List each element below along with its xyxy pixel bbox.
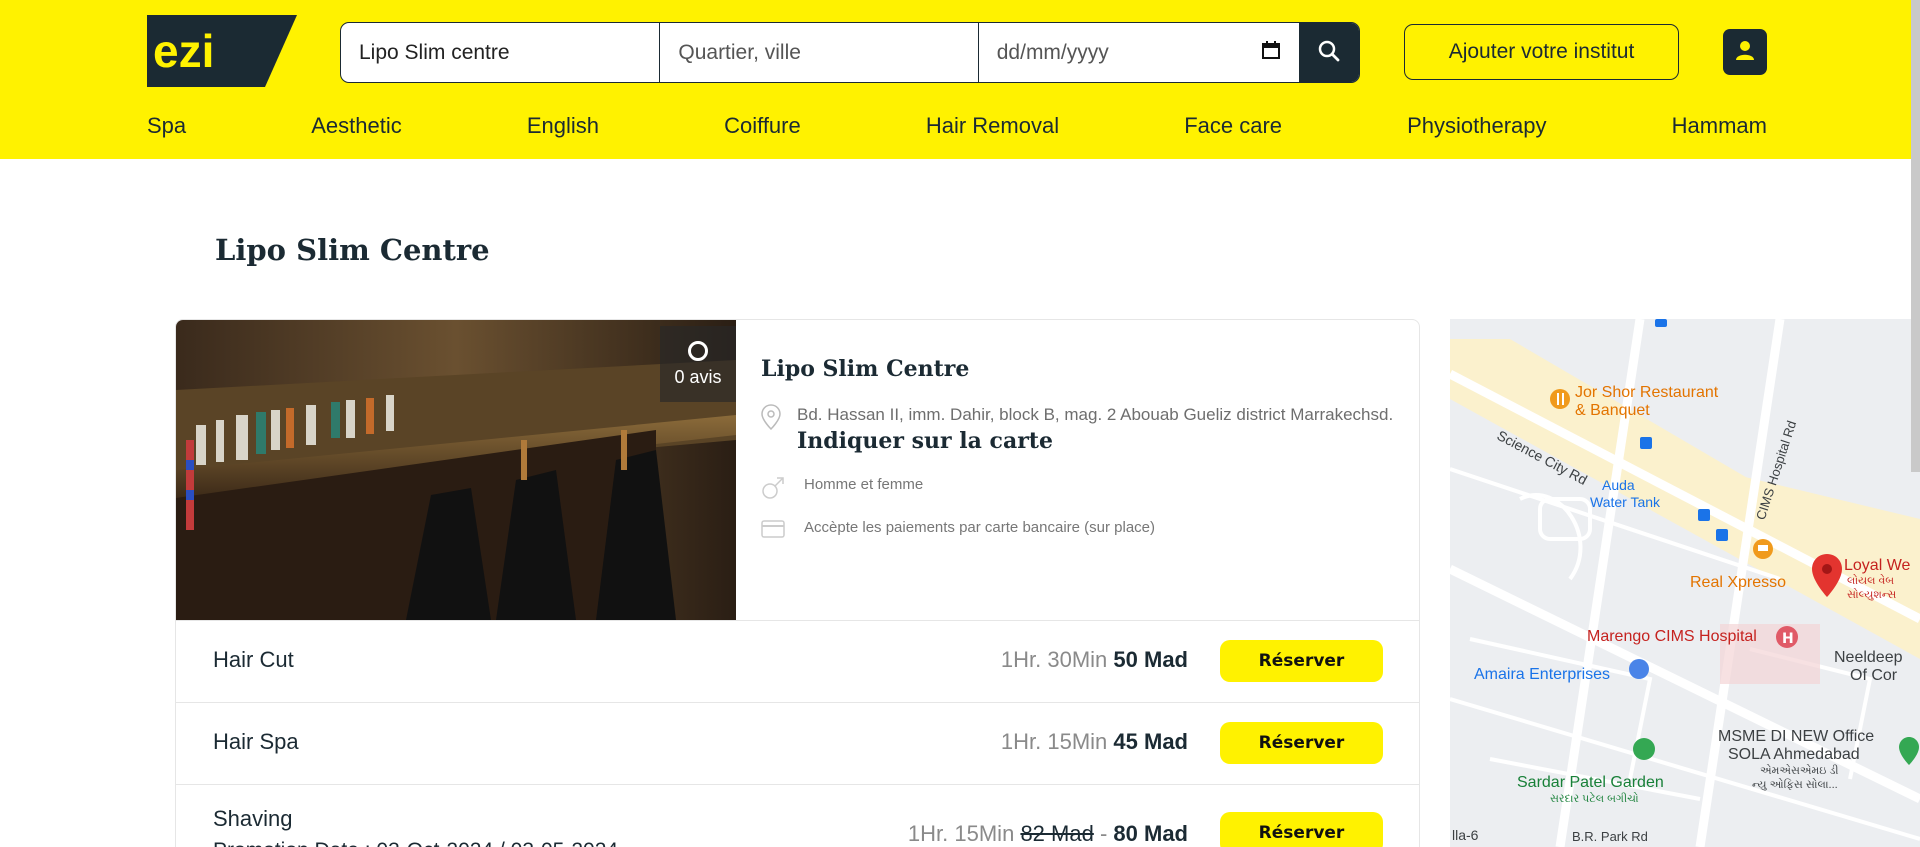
location-input[interactable]: Quartier, ville — [660, 23, 979, 82]
listing-card: 0 avis Lipo Slim Centre Bd. Hassan II, i… — [175, 319, 1420, 847]
svg-text:ezi: ezi — [153, 25, 214, 77]
map-label-msme2: SOLA Ahmedabad — [1728, 746, 1860, 763]
service-duration: 1Hr. 15Min — [907, 821, 1015, 846]
rating-circle-icon — [688, 340, 708, 361]
svg-text:H: H — [1782, 631, 1794, 647]
service-search-input[interactable]: Lipo Slim centre — [341, 23, 661, 82]
map-label-needleep2: Of Cor — [1850, 667, 1898, 684]
map-label-msme4: ન્યુ ઓફિસ સોલા... — [1752, 779, 1838, 791]
service-promotion: Promotion Date : 03-Oct-2024 / 03-05-202… — [213, 839, 618, 847]
gender-row: Homme et femme — [761, 476, 1401, 499]
service-price: 1Hr. 30Min 50 Mad — [1001, 647, 1188, 673]
map-label-hospital: Marengo CIMS Hospital — [1587, 628, 1757, 645]
map-label-edge2: B.R. Park Rd — [1572, 829, 1648, 844]
salon-photo[interactable]: 0 avis — [176, 320, 736, 620]
nav-item-spa[interactable]: Spa — [147, 113, 186, 143]
service-search-value: Lipo Slim centre — [359, 40, 510, 64]
date-placeholder: dd/mm/yyyy — [996, 40, 1109, 64]
location-pin-icon — [761, 404, 781, 434]
service-row: Hair Spa 1Hr. 15Min 45 Mad Réserver — [176, 702, 1419, 784]
price-separator: - — [1099, 821, 1108, 846]
page-title: Lipo Slim Centre — [215, 233, 490, 267]
service-row: Hair Cut 1Hr. 30Min 50 Mad Réserver — [176, 620, 1419, 702]
service-price: 1Hr. 15Min 45 Mad — [1001, 729, 1188, 755]
nav-item-physiotherapy[interactable]: Physiotherapy — [1407, 113, 1546, 143]
map-label-restaurant2: & Banquet — [1575, 402, 1650, 419]
payment-text: Accèpte les paiements par carte bancaire… — [804, 519, 1156, 536]
gender-icon — [761, 476, 785, 504]
service-duration: 1Hr. 15Min — [1000, 729, 1108, 754]
rating-badge[interactable]: 0 avis — [660, 326, 736, 402]
map-label-garden2: સરદાર પટેલ બગીચો — [1550, 793, 1639, 805]
map-label-msme: MSME DI NEW Office — [1718, 728, 1875, 745]
reserve-button[interactable]: Réserver — [1220, 640, 1383, 682]
map-label-garden: Sardar Patel Garden — [1517, 774, 1664, 791]
service-name: Hair Cut — [213, 647, 294, 672]
map-label-needleep: Neeldeep — [1834, 649, 1903, 666]
service-price-value: 50 Mad — [1113, 647, 1188, 672]
nav-item-english[interactable]: English — [527, 113, 599, 143]
service-price-value: 80 Mad — [1113, 821, 1188, 846]
map-label-cafe: Real Xpresso — [1690, 574, 1787, 591]
nav-item-aesthetic[interactable]: Aesthetic — [311, 113, 402, 143]
search-button[interactable] — [1299, 23, 1359, 82]
map-label-loyal: Loyal We — [1844, 557, 1911, 574]
map-label-enterprises: Amaira Enterprises — [1474, 666, 1611, 683]
map-label-tank: Auda — [1602, 477, 1635, 493]
header: ezi Lipo Slim centre Quartier, ville dd/… — [0, 0, 1920, 159]
gender-text: Homme et femme — [804, 476, 924, 493]
location-map[interactable]: H Jor Shor Restaurant & Banquet Science … — [1450, 319, 1920, 847]
nav-item-hair-removal[interactable]: Hair Removal — [926, 113, 1059, 143]
page-scrollbar[interactable] — [1911, 0, 1920, 472]
payment-row: Accèpte les paiements par carte bancaire… — [761, 519, 1401, 538]
reserve-button[interactable]: Réserver — [1220, 812, 1383, 847]
nav-item-hammam[interactable]: Hammam — [1672, 113, 1767, 143]
map-label-restaurant: Jor Shor Restaurant — [1575, 384, 1719, 401]
credit-card-icon — [761, 519, 785, 543]
listing-address: Bd. Hassan II, imm. Dahir, block B, mag.… — [797, 405, 1394, 424]
service-price: 1Hr. 15Min 82 Mad - 80 Mad — [908, 821, 1188, 847]
service-name: Shaving — [213, 806, 293, 831]
nav-item-coiffure[interactable]: Coiffure — [724, 113, 801, 143]
date-input[interactable]: dd/mm/yyyy — [979, 23, 1299, 82]
reserve-button[interactable]: Réserver — [1220, 722, 1383, 764]
map-label-edge: lla-6 — [1452, 827, 1479, 843]
service-name: Hair Spa — [213, 729, 299, 754]
map-label-msme3: એમએસએમઇ ડી — [1760, 765, 1839, 777]
service-old-price: 82 Mad — [1020, 821, 1094, 846]
nav-item-face-care[interactable]: Face care — [1184, 113, 1282, 143]
map-label-loyal3: સોલ્યુશન્સ — [1847, 589, 1897, 601]
location-placeholder: Quartier, ville — [678, 40, 801, 64]
address-row: Bd. Hassan II, imm. Dahir, block B, mag.… — [761, 404, 1401, 454]
show-on-map-link[interactable]: Indiquer sur la carte — [797, 428, 1401, 454]
rating-count: 0 avis — [674, 366, 722, 387]
ezi-logo[interactable]: ezi — [147, 15, 297, 87]
listing-name[interactable]: Lipo Slim Centre — [761, 356, 1401, 382]
user-account-button[interactable] — [1723, 29, 1767, 75]
service-price-value: 45 Mad — [1113, 729, 1188, 754]
map-label-tank2: Water Tank — [1590, 494, 1661, 510]
user-icon — [1734, 39, 1756, 65]
map-label-loyal2: લોયલ વેબ — [1847, 575, 1895, 587]
add-institute-button[interactable]: Ajouter votre institut — [1404, 24, 1679, 80]
calendar-icon[interactable] — [1261, 40, 1281, 66]
search-bar: Lipo Slim centre Quartier, ville dd/mm/y… — [340, 22, 1360, 83]
category-nav: Spa Aesthetic English Coiffure Hair Remo… — [147, 113, 1767, 143]
service-duration: 1Hr. 30Min — [1000, 647, 1108, 672]
listing-info: Lipo Slim Centre Bd. Hassan II, imm. Dah… — [761, 356, 1401, 538]
search-icon — [1317, 39, 1341, 67]
service-row: Shaving Promotion Date : 03-Oct-2024 / 0… — [176, 784, 1419, 847]
add-institute-label: Ajouter votre institut — [1448, 40, 1635, 63]
